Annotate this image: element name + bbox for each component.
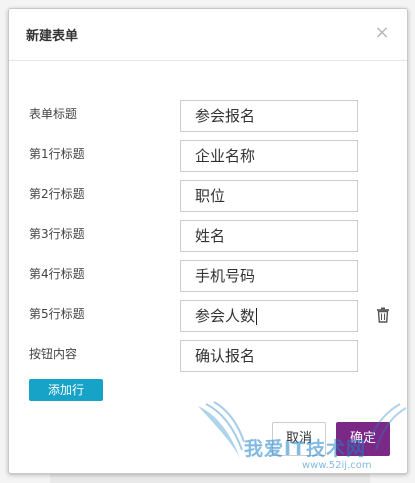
form-row-line-5: 第5行标题 参会人数 [9, 300, 407, 332]
form-row-line-1: 第1行标题 企业名称 [9, 140, 407, 172]
trash-icon[interactable] [376, 307, 390, 323]
button-text-input[interactable]: 确认报名 [180, 340, 358, 372]
line-1-input[interactable]: 企业名称 [180, 140, 358, 172]
button-text-label: 按钮内容 [29, 347, 78, 361]
form-title-label: 表单标题 [29, 107, 78, 121]
dialog-title: 新建表单 [26, 29, 79, 44]
form-row-form-title: 表单标题 参会报名 [9, 100, 407, 132]
confirm-button[interactable]: 确定 [336, 422, 390, 456]
line-3-label: 第3行标题 [29, 227, 85, 241]
close-icon[interactable]: × [372, 21, 392, 45]
form-row-line-2: 第2行标题 职位 [9, 180, 407, 212]
line-3-input[interactable]: 姓名 [180, 220, 358, 252]
form-title-input[interactable]: 参会报名 [180, 100, 358, 132]
line-5-input-text: 参会人数 [195, 307, 256, 325]
line-2-input[interactable]: 职位 [180, 180, 358, 212]
line-5-label: 第5行标题 [29, 307, 85, 321]
line-5-input[interactable]: 参会人数 [180, 300, 358, 332]
form-row-line-4: 第4行标题 手机号码 [9, 260, 407, 292]
text-caret [256, 308, 258, 325]
add-row-button[interactable]: 添加行 [29, 379, 103, 401]
line-4-label: 第4行标题 [29, 267, 85, 281]
form-row-button-text: 按钮内容 确认报名 [9, 340, 407, 372]
line-4-input[interactable]: 手机号码 [180, 260, 358, 292]
new-form-dialog: 新建表单 × 表单标题 参会报名 第1行标题 企业名称 第2行标题 职位 第3行… [8, 8, 408, 474]
cancel-button[interactable]: 取消 [272, 422, 326, 456]
line-1-label: 第1行标题 [29, 147, 85, 161]
form-row-line-3: 第3行标题 姓名 [9, 220, 407, 252]
dialog-header: 新建表单 × [9, 9, 407, 61]
line-2-label: 第2行标题 [29, 187, 85, 201]
